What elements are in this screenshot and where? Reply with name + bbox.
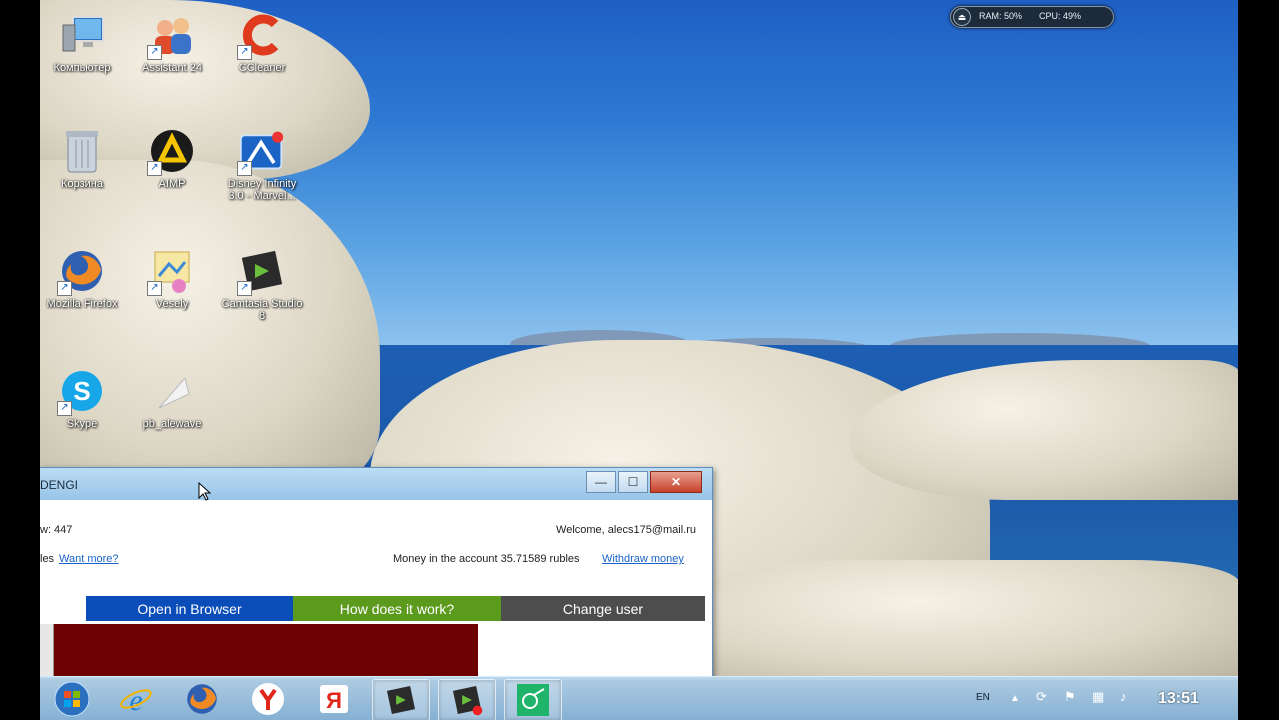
ccleaner-icon: ↗	[237, 12, 285, 60]
shortcut-arrow-icon: ↗	[237, 161, 252, 176]
content-scrollbar[interactable]	[40, 624, 54, 676]
shortcut-arrow-icon: ↗	[147, 45, 162, 60]
skype-icon: S ↗	[57, 368, 105, 416]
desktop-icon-disney-infinity[interactable]: ↗ Disney Infinity 3.0 - Marvel...	[220, 128, 304, 202]
shortcut-arrow-icon: ↗	[237, 45, 252, 60]
taskbar: e Я EN ▲ ⟳ ⚑ ▦ ♪ 13:51	[40, 676, 1238, 720]
window-titlebar[interactable]: DENGI — ☐ ✕	[40, 468, 712, 500]
svg-text:e: e	[129, 684, 142, 716]
taskbar-yandex[interactable]: Я	[306, 679, 362, 719]
widget-power-icon[interactable]: ⏏	[953, 8, 971, 26]
volume-icon[interactable]: ♪	[1120, 689, 1127, 704]
desktop-icon-assistant[interactable]: ↗ Assistant 24	[130, 12, 214, 74]
minimize-icon: —	[595, 475, 607, 489]
camtasia-icon	[386, 685, 416, 715]
taskbar-firefox[interactable]	[174, 679, 230, 719]
shortcut-arrow-icon: ↗	[237, 281, 252, 296]
want-more-link[interactable]: Want more?	[59, 553, 119, 565]
assistant-icon: ↗	[147, 12, 195, 60]
content-banner	[54, 624, 478, 676]
yandex-browser-icon	[252, 683, 284, 715]
taskbar-internet-explorer[interactable]: e	[108, 679, 164, 719]
show-hidden-icons-icon[interactable]: ▲	[1010, 693, 1020, 704]
recycle-bin-icon	[59, 128, 105, 174]
camtasia-recorder-icon	[452, 685, 483, 716]
start-button[interactable]	[44, 679, 100, 719]
taskbar-camtasia-recorder[interactable]	[438, 679, 496, 720]
nav-label: How does it work?	[339, 600, 455, 617]
desktop-icon-vesely[interactable]: ↗ Vesely	[130, 248, 214, 310]
nav-label: Open in Browser	[137, 600, 242, 617]
yandex-icon: Я	[320, 685, 348, 713]
taskbar-camtasia[interactable]	[372, 679, 430, 720]
how-does-it-work-button[interactable]: How does it work?	[293, 596, 501, 621]
partial-text: les	[40, 553, 55, 565]
action-center-flag-icon[interactable]: ⚑	[1064, 689, 1076, 705]
camtasia-icon: ↗	[237, 248, 285, 296]
wallpaper-rock	[700, 560, 1238, 680]
nav-label: Change user	[562, 600, 644, 617]
clock[interactable]: 13:51	[1158, 690, 1199, 708]
ram-usage: RAM: 50%	[979, 11, 1023, 21]
change-user-button[interactable]: Change user	[501, 596, 705, 621]
desktop-icon-label: CCleaner	[238, 62, 286, 74]
dengi-icon	[517, 684, 549, 716]
desktop-icon-label: AIMP	[158, 178, 186, 190]
windows-logo-icon	[54, 681, 90, 717]
desktop: Компьютер ↗ Assistant 24 ↗ CCleaner Корз…	[40, 0, 1238, 720]
vesely-icon: ↗	[147, 248, 195, 296]
firefox-icon: ↗	[57, 248, 105, 296]
desktop-icon-label: Корзина	[61, 178, 103, 190]
desktop-icon-recycle-bin[interactable]: Корзина	[40, 128, 124, 190]
maximize-button[interactable]: ☐	[618, 471, 648, 493]
disney-infinity-icon: ↗	[237, 128, 285, 176]
window-title: DENGI	[40, 478, 79, 492]
shortcut-arrow-icon: ↗	[147, 281, 162, 296]
shortcut-arrow-icon: ↗	[57, 281, 72, 296]
cpu-usage: CPU: 49%	[1039, 11, 1082, 21]
shortcut-arrow-icon: ↗	[57, 401, 72, 416]
desktop-icon-skype[interactable]: S ↗ Skype	[40, 368, 124, 430]
desktop-icon-label: Vesely	[155, 298, 189, 310]
firefox-icon	[187, 684, 217, 714]
shortcut-arrow-icon: ↗	[147, 161, 162, 176]
desktop-icon-label: Компьютер	[53, 62, 111, 74]
computer-icon	[59, 12, 105, 58]
desktop-icon-aimp[interactable]: ↗ AIMP	[130, 128, 214, 190]
desktop-icon-label: Disney Infinity 3.0 - Marvel...	[227, 178, 297, 202]
svg-text:S: S	[73, 376, 90, 406]
open-in-browser-button[interactable]: Open in Browser	[86, 596, 293, 621]
desktop-icon-label: Skype	[66, 418, 98, 430]
desktop-icon-label: Mozilla Firefox	[46, 298, 118, 310]
refresh-app-icon[interactable]: ⟳	[1036, 689, 1047, 705]
aimp-icon: ↗	[147, 128, 195, 176]
svg-text:Я: Я	[326, 688, 342, 713]
desktop-icon-file[interactable]: pb_alewave	[130, 368, 214, 430]
welcome-text: Welcome, alecs175@mail.ru	[556, 524, 696, 536]
close-icon: ✕	[670, 475, 682, 489]
desktop-icon-computer[interactable]: Компьютер	[40, 12, 124, 74]
close-button[interactable]: ✕	[650, 471, 702, 493]
system-monitor-widget[interactable]: ⏏ RAM: 50% CPU: 49%	[950, 6, 1114, 28]
desktop-icon-firefox[interactable]: ↗ Mozilla Firefox	[40, 248, 124, 310]
desktop-icon-label: pb_alewave	[142, 418, 202, 430]
desktop-icon-camtasia[interactable]: ↗ Camtasia Studio 8	[220, 248, 304, 322]
maximize-icon: ☐	[627, 475, 639, 489]
view-counter: w: 447	[40, 524, 73, 536]
account-info: w: 447 Welcome, alecs175@mail.ru les Wan…	[40, 500, 712, 595]
withdraw-money-link[interactable]: Withdraw money	[602, 553, 684, 565]
mouse-cursor-icon	[198, 482, 212, 501]
minimize-button[interactable]: —	[586, 471, 616, 493]
language-indicator[interactable]: EN	[976, 692, 990, 703]
ie-icon: e	[120, 684, 152, 716]
desktop-icon-ccleaner[interactable]: ↗ CCleaner	[220, 12, 304, 74]
file-icon	[149, 368, 195, 414]
taskbar-dengi-app[interactable]	[504, 679, 562, 720]
desktop-icon-label: Assistant 24	[142, 62, 202, 74]
desktop-icon-label: Camtasia Studio 8	[221, 298, 303, 322]
taskbar-yandex-browser[interactable]	[240, 679, 296, 719]
network-icon[interactable]: ▦	[1092, 689, 1104, 705]
account-balance: Money in the account 35.71589 rubles	[393, 553, 580, 565]
